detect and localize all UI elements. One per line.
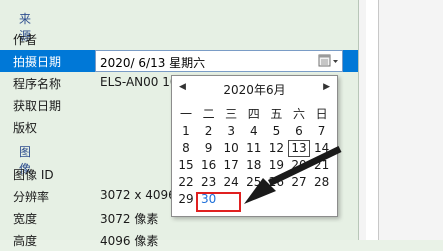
properties-panel: 来源 作者 拍摄日期 程序名称 ELS-AN00 10 获取日期 版权 图像 图… <box>0 0 358 248</box>
calendar-day[interactable]: 15 <box>175 157 197 174</box>
weekday-header: 四 <box>247 107 260 121</box>
calendar-day[interactable]: 18 <box>243 157 265 174</box>
prev-month-button[interactable]: ◀ <box>179 82 186 92</box>
calendar-day[interactable]: 20 <box>288 157 310 174</box>
calendar-day[interactable]: 22 <box>175 174 197 191</box>
calendar-day[interactable]: 13 <box>288 140 310 157</box>
property-value: 4096 像素 <box>100 234 159 248</box>
calendar-day[interactable]: 10 <box>220 140 242 157</box>
calendar-day[interactable]: 27 <box>288 174 310 191</box>
scrollbar-track[interactable] <box>366 0 379 240</box>
property-label: 高度 <box>13 234 38 248</box>
weekday-header: 一 <box>179 107 192 121</box>
weekday-header: 三 <box>225 107 238 121</box>
calendar-day[interactable]: 16 <box>198 157 220 174</box>
weekday-header: 五 <box>270 107 283 121</box>
date-taken-value: 2020/ 6/13 星期六 <box>100 56 206 70</box>
property-label: 宽度 <box>13 212 38 226</box>
property-value: ELS-AN00 10 <box>100 75 178 89</box>
property-label: 作者 <box>13 33 38 47</box>
calendar-day[interactable]: 17 <box>220 157 242 174</box>
calendar-day[interactable]: 8 <box>175 140 197 157</box>
property-label: 图像 ID <box>13 168 54 182</box>
calendar-day[interactable]: 6 <box>288 123 310 140</box>
calendar-day[interactable]: 28 <box>311 174 333 191</box>
calendar-day[interactable]: 7 <box>311 123 333 140</box>
calendar-day[interactable]: 29 <box>175 191 197 208</box>
property-label: 拍摄日期 <box>13 55 62 69</box>
calendar-day[interactable]: 11 <box>243 140 265 157</box>
calendar-day[interactable]: 19 <box>265 157 287 174</box>
property-label: 版权 <box>13 121 38 135</box>
weekday-header: 六 <box>292 107 305 121</box>
calendar-day[interactable]: 4 <box>243 123 265 140</box>
property-value: 3072 x 4096 <box>100 188 176 202</box>
highlight-box <box>196 192 241 212</box>
weekday-header: 二 <box>202 107 215 121</box>
chevron-down-icon <box>333 60 338 63</box>
calendar-month-title[interactable]: 2020年6月 <box>192 81 317 98</box>
date-taken-picker[interactable]: 2020/ 6/13 星期六 <box>95 50 343 72</box>
calendar-day[interactable]: 26 <box>265 174 287 191</box>
calendar-day[interactable]: 5 <box>265 123 287 140</box>
calendar-day[interactable]: 2 <box>198 123 220 140</box>
property-label: 程序名称 <box>13 77 62 91</box>
weekday-header: 日 <box>315 107 328 121</box>
property-row-height[interactable]: 高度 4096 像素 <box>0 229 358 251</box>
calendar-day[interactable]: 21 <box>311 157 333 174</box>
calendar-day[interactable]: 1 <box>175 123 197 140</box>
calendar-dropdown-button[interactable] <box>317 52 341 70</box>
right-scroll-region <box>358 0 443 240</box>
calendar-day[interactable]: 14 <box>311 140 333 157</box>
calendar-icon <box>318 54 338 67</box>
calendar-day[interactable]: 9 <box>198 140 220 157</box>
property-row-author[interactable]: 作者 <box>0 28 358 50</box>
property-label: 获取日期 <box>13 99 62 113</box>
calendar-day[interactable]: 23 <box>198 174 220 191</box>
next-month-button[interactable]: ▶ <box>323 82 330 92</box>
calendar-day[interactable]: 24 <box>220 174 242 191</box>
calendar-day[interactable]: 12 <box>265 140 287 157</box>
property-value: 3072 像素 <box>100 212 159 226</box>
calendar-day[interactable]: 25 <box>243 174 265 191</box>
property-label: 分辨率 <box>13 190 50 204</box>
calendar-day[interactable]: 3 <box>220 123 242 140</box>
